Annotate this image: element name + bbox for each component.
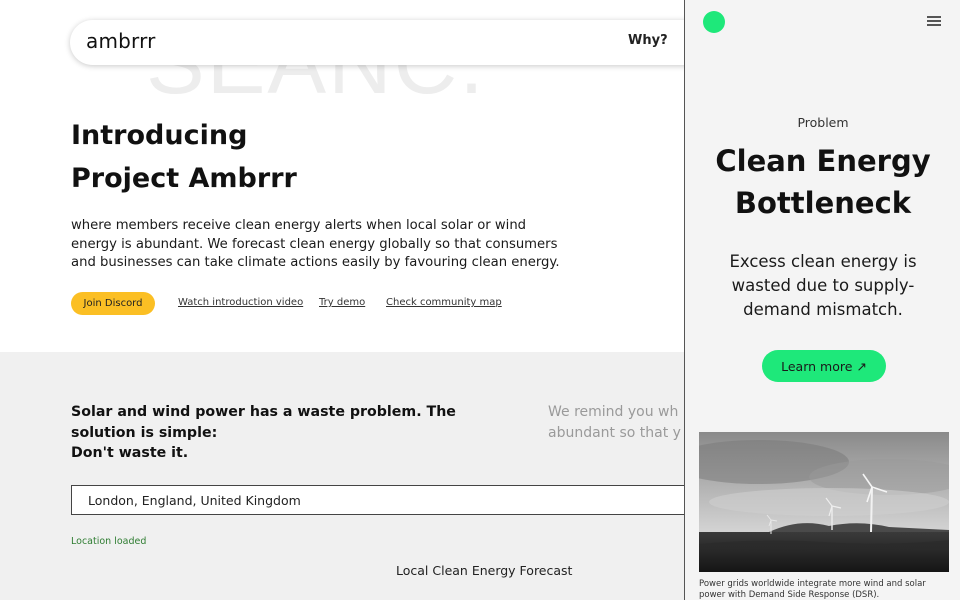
- panel-subtitle-line: wasted due to supply-: [731, 276, 915, 295]
- green-dot-icon[interactable]: [703, 11, 725, 33]
- image-caption-line: power with Demand Side Response (DSR).: [699, 589, 880, 600]
- ambrrr-logo[interactable]: ambrrr: [86, 29, 156, 53]
- location-status: Location loaded: [71, 536, 147, 547]
- panel-title-line: Bottleneck: [734, 186, 912, 220]
- location-input[interactable]: London, England, United Kingdom: [71, 485, 711, 515]
- hamburger-menu-icon[interactable]: [927, 16, 941, 26]
- forecast-title: Local Clean Energy Forecast: [396, 563, 573, 578]
- join-discord-button[interactable]: Join Discord: [71, 292, 155, 315]
- learn-more-button[interactable]: Learn more ↗: [762, 350, 886, 382]
- waste-heading: Solar and wind power has a waste problem…: [71, 402, 471, 464]
- image-caption-line: Power grids worldwide integrate more win…: [699, 579, 926, 589]
- waste-heading-line: Don't waste it.: [71, 445, 189, 461]
- waste-heading-line: solution is simple:: [71, 424, 218, 441]
- hero-title: Introducing Project Ambrrr: [71, 114, 297, 200]
- wind-turbines-image: [699, 432, 949, 572]
- panel-subtitle-line: demand mismatch.: [743, 300, 903, 319]
- waste-heading-line: Solar and wind power has a waste problem…: [71, 404, 456, 420]
- nav-why-link[interactable]: Why?: [628, 33, 668, 48]
- panel-title-line: Clean Energy: [715, 144, 931, 178]
- watch-video-link[interactable]: Watch introduction video: [178, 297, 303, 308]
- location-input-value: London, England, United Kingdom: [88, 492, 301, 508]
- problem-side-panel: Problem Clean Energy Bottleneck Excess c…: [684, 0, 960, 600]
- hero-title-line: Project Ambrrr: [71, 163, 297, 194]
- panel-eyebrow: Problem: [797, 115, 849, 130]
- panel-title: Clean Energy Bottleneck: [685, 140, 960, 224]
- hero-title-line: Introducing: [71, 120, 248, 151]
- hero-description: where members receive clean energy alert…: [71, 218, 560, 270]
- panel-subtitle-line: Excess clean energy is: [729, 252, 917, 271]
- community-map-link[interactable]: Check community map: [386, 297, 502, 308]
- image-caption: Power grids worldwide integrate more win…: [699, 579, 949, 600]
- top-navbar: ambrrr Why?: [70, 20, 770, 65]
- panel-subtitle: Excess clean energy is wasted due to sup…: [685, 250, 960, 322]
- try-demo-link[interactable]: Try demo: [319, 297, 365, 308]
